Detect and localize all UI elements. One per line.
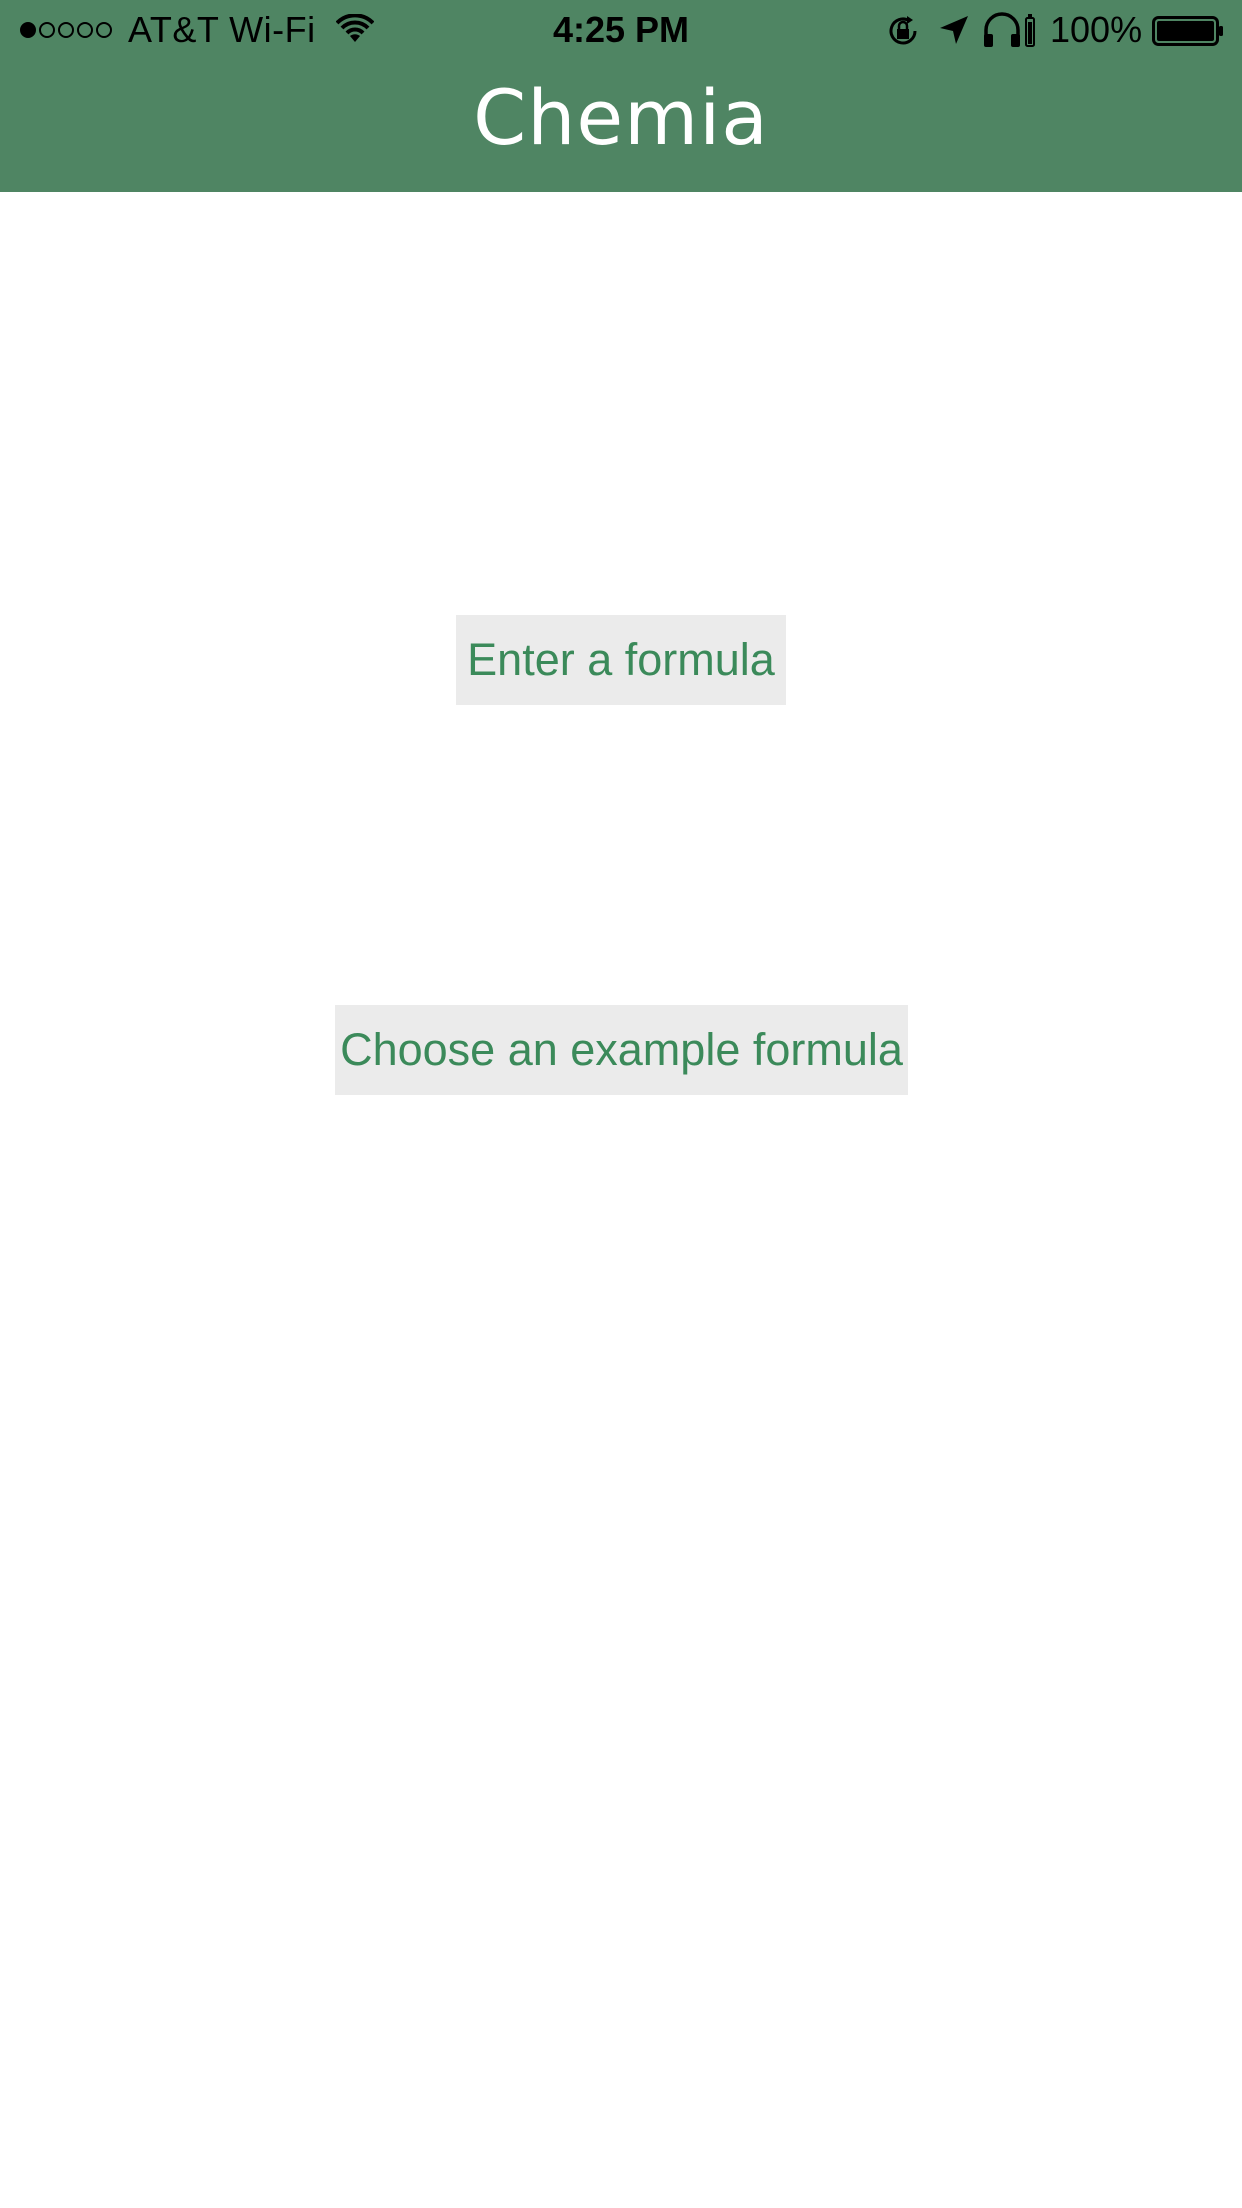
location-arrow-icon	[940, 16, 968, 44]
battery-percentage: 100%	[1050, 9, 1143, 50]
navigation-header: AT&T Wi-Fi 4:25 PM 100% Chemia	[0, 0, 1242, 192]
status-bar: AT&T Wi-Fi 4:25 PM 100%	[0, 0, 1242, 60]
app-screen: AT&T Wi-Fi 4:25 PM 100% Chemia Enter a f…	[0, 0, 1242, 2208]
enter-formula-button[interactable]: Enter a formula	[456, 615, 786, 705]
rotation-lock-icon	[889, 16, 917, 45]
headphones-icon	[984, 12, 1035, 47]
app-title: Chemia	[473, 73, 769, 162]
battery-icon	[1152, 16, 1223, 46]
choose-example-formula-button[interactable]: Choose an example formula	[335, 1005, 908, 1095]
